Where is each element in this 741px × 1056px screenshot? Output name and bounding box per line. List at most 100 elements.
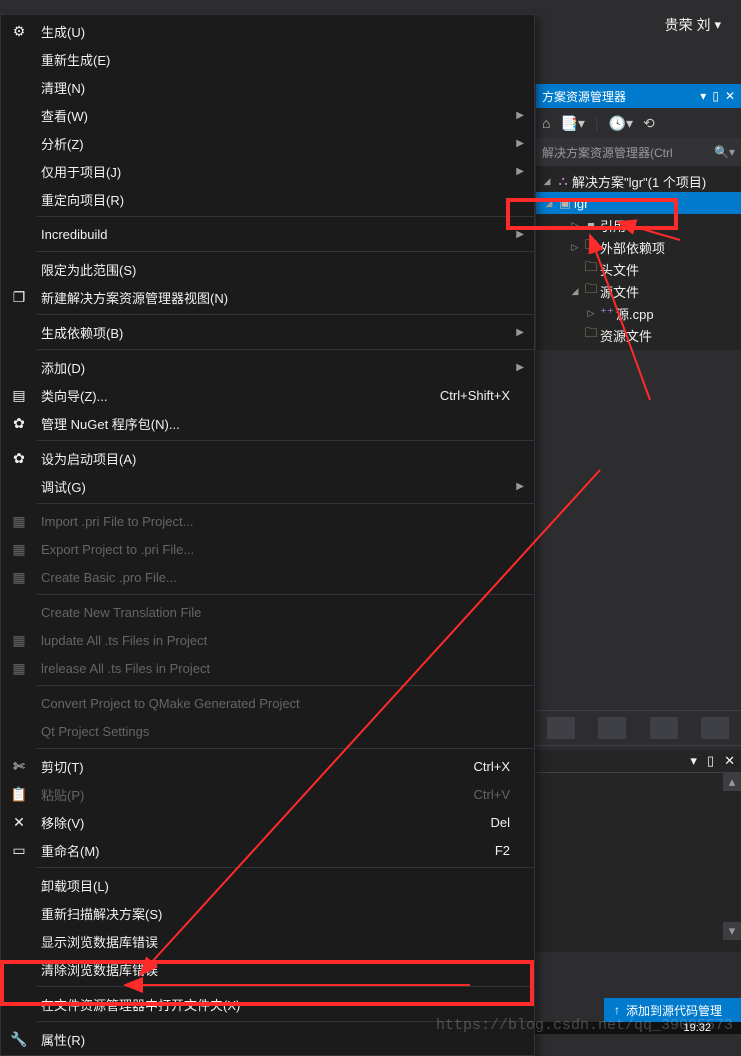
refresh-icon[interactable]: 🕓▾ bbox=[609, 115, 633, 132]
menu-item[interactable]: ▭重命名(M)F2 bbox=[1, 836, 534, 864]
panel-dropdown-icon[interactable]: ▾ bbox=[690, 753, 697, 769]
menu-item-label: 卸载项目(L) bbox=[41, 876, 510, 895]
menu-item-label: 仅用于项目(J) bbox=[41, 162, 510, 181]
menu-item-label: 重命名(M) bbox=[41, 841, 495, 860]
menu-item-icon: ▦ bbox=[9, 569, 29, 586]
menu-item[interactable]: ✿ 管理 NuGet 程序包(N)... bbox=[1, 409, 534, 437]
scroll-up-button[interactable]: ▴ bbox=[723, 773, 741, 791]
user-dropdown-icon[interactable]: ▾ bbox=[714, 17, 721, 33]
tree-node-icon: 🗀 bbox=[582, 236, 600, 258]
menu-item-label: 类向导(Z)... bbox=[41, 386, 440, 405]
tree-row[interactable]: ▷🗀外部依赖项 bbox=[536, 236, 741, 258]
tree-row[interactable]: 🗀头文件 bbox=[536, 258, 741, 280]
menu-item-label: Convert Project to QMake Generated Proje… bbox=[41, 696, 510, 711]
menu-item[interactable]: 生成依赖项(B)▶ bbox=[1, 318, 534, 346]
menu-item[interactable]: ✕移除(V)Del bbox=[1, 808, 534, 836]
tree-row[interactable]: ◢▣lgr bbox=[536, 192, 741, 214]
menu-item-label: 限定为此范围(S) bbox=[41, 260, 510, 279]
menu-item-icon: ▦ bbox=[9, 632, 29, 649]
tree-expander-icon[interactable]: ▷ bbox=[568, 220, 582, 231]
menu-item[interactable]: 重新生成(E) bbox=[1, 45, 534, 73]
solution-explorer-header[interactable]: 方案资源管理器 ▾ ▯ ✕ bbox=[536, 84, 741, 108]
scroll-down-button[interactable]: ▾ bbox=[723, 922, 741, 940]
tree-node-label: 解决方案"lgr"(1 个项目) bbox=[572, 172, 706, 191]
tool-tab-1[interactable] bbox=[547, 717, 575, 739]
sync-icon[interactable]: ⟲ bbox=[643, 115, 655, 132]
menu-item-label: Import .pri File to Project... bbox=[41, 514, 510, 529]
tree-row[interactable]: ◢🗀源文件 bbox=[536, 280, 741, 302]
tree-expander-icon[interactable]: ◢ bbox=[542, 198, 556, 209]
menu-item[interactable]: 分析(Z)▶ bbox=[1, 129, 534, 157]
menu-item-label: Create New Translation File bbox=[41, 605, 510, 620]
menu-item[interactable]: 仅用于项目(J)▶ bbox=[1, 157, 534, 185]
tree-expander-icon[interactable]: ▷ bbox=[568, 242, 582, 253]
menu-item-label: lupdate All .ts Files in Project bbox=[41, 633, 510, 648]
tree-row[interactable]: 🗀资源文件 bbox=[536, 324, 741, 346]
tool-tab-3[interactable] bbox=[650, 717, 678, 739]
menu-item[interactable]: 清除浏览数据库错误 bbox=[1, 955, 534, 983]
project-context-menu: ⚙生成(U)重新生成(E)清理(N)查看(W)▶分析(Z)▶仅用于项目(J)▶重… bbox=[0, 14, 535, 1056]
menu-item-icon: ▦ bbox=[9, 660, 29, 677]
menu-item[interactable]: 重定向项目(R) bbox=[1, 185, 534, 213]
menu-item-icon: ✿ bbox=[9, 450, 29, 467]
menu-item[interactable]: 卸载项目(L) bbox=[1, 871, 534, 899]
menu-item-label: 移除(V) bbox=[41, 813, 490, 832]
menu-item[interactable]: 限定为此范围(S) bbox=[1, 255, 534, 283]
menu-item[interactable]: 在文件资源管理器中打开文件夹(X) bbox=[1, 990, 534, 1018]
menu-item[interactable]: ⚙生成(U) bbox=[1, 17, 534, 45]
menu-item-label: 添加(D) bbox=[41, 358, 510, 377]
panel-close-icon[interactable]: ✕ bbox=[724, 753, 735, 769]
tree-expander-icon[interactable]: ◢ bbox=[540, 176, 554, 187]
menu-item[interactable]: 重新扫描解决方案(S) bbox=[1, 899, 534, 927]
menu-item[interactable]: ❐新建解决方案资源管理器视图(N) bbox=[1, 283, 534, 311]
home-icon[interactable]: ⌂ bbox=[542, 115, 550, 131]
menu-separator bbox=[37, 594, 534, 595]
menu-item[interactable]: 显示浏览数据库错误 bbox=[1, 927, 534, 955]
solution-search-placeholder: 解决方案资源管理器(Ctrl bbox=[542, 144, 673, 161]
panel-close-icon[interactable]: ✕ bbox=[725, 89, 735, 103]
tree-node-icon: 🗀 bbox=[582, 258, 600, 280]
menu-item-shortcut: Ctrl+V bbox=[474, 787, 510, 802]
properties-body: ▴ ▾ bbox=[535, 772, 741, 952]
tree-node-label: 引用 bbox=[600, 216, 626, 235]
tool-tab-4[interactable] bbox=[701, 717, 729, 739]
menu-item[interactable]: ✄剪切(T)Ctrl+X bbox=[1, 752, 534, 780]
tree-row[interactable]: ▷■引用 bbox=[536, 214, 741, 236]
tree-node-label: 资源文件 bbox=[600, 326, 652, 345]
menu-item-label: 调试(G) bbox=[41, 477, 510, 496]
menu-item: ▦lrelease All .ts Files in Project bbox=[1, 654, 534, 682]
tree-row[interactable]: ◢⛬解决方案"lgr"(1 个项目) bbox=[536, 170, 741, 192]
menu-item-label: 管理 NuGet 程序包(N)... bbox=[41, 414, 510, 433]
panel-pin-icon[interactable]: ▯ bbox=[712, 89, 719, 103]
tree-row[interactable]: ▷⁺⁺源.cpp bbox=[536, 302, 741, 324]
menu-item[interactable]: Incredibuild▶ bbox=[1, 220, 534, 248]
menu-item[interactable]: 清理(N) bbox=[1, 73, 534, 101]
user-name[interactable]: 贵荣 刘 bbox=[665, 15, 711, 35]
collapse-icon[interactable]: 📑▾ bbox=[560, 115, 584, 132]
menu-item: Qt Project Settings bbox=[1, 717, 534, 745]
menu-item-icon: ✄ bbox=[9, 758, 29, 775]
tree-expander-icon[interactable]: ▷ bbox=[584, 308, 598, 319]
menu-item: ▦Import .pri File to Project... bbox=[1, 507, 534, 535]
menu-item-icon: 📋 bbox=[9, 786, 29, 803]
solution-search-box[interactable]: 解决方案资源管理器(Ctrl 🔍▾ bbox=[536, 138, 741, 166]
menu-item[interactable]: 调试(G)▶ bbox=[1, 472, 534, 500]
panel-pin-icon[interactable]: ▯ bbox=[707, 753, 714, 769]
menu-item-icon: ✿ bbox=[9, 415, 29, 432]
tree-expander-icon[interactable]: ◢ bbox=[568, 286, 582, 297]
menu-item: 📋粘贴(P)Ctrl+V bbox=[1, 780, 534, 808]
menu-item-icon: ❐ bbox=[9, 289, 29, 306]
search-icon[interactable]: 🔍▾ bbox=[714, 145, 735, 159]
menu-item[interactable]: 查看(W)▶ bbox=[1, 101, 534, 129]
tree-node-label: 源.cpp bbox=[616, 304, 654, 323]
menu-item-label: 生成(U) bbox=[41, 22, 510, 41]
menu-item[interactable]: 添加(D)▶ bbox=[1, 353, 534, 381]
menu-item[interactable]: ✿设为启动项目(A) bbox=[1, 444, 534, 472]
menu-item-label: 查看(W) bbox=[41, 106, 510, 125]
solution-explorer-toolbar: ⌂ 📑▾ | 🕓▾ ⟲ bbox=[536, 108, 741, 138]
menu-item-label: Incredibuild bbox=[41, 227, 510, 242]
tool-tab-2[interactable] bbox=[598, 717, 626, 739]
menu-item[interactable]: ▤类向导(Z)...Ctrl+Shift+X bbox=[1, 381, 534, 409]
tree-node-icon: ⁺⁺ bbox=[598, 305, 616, 321]
panel-dropdown-icon[interactable]: ▾ bbox=[700, 89, 706, 103]
